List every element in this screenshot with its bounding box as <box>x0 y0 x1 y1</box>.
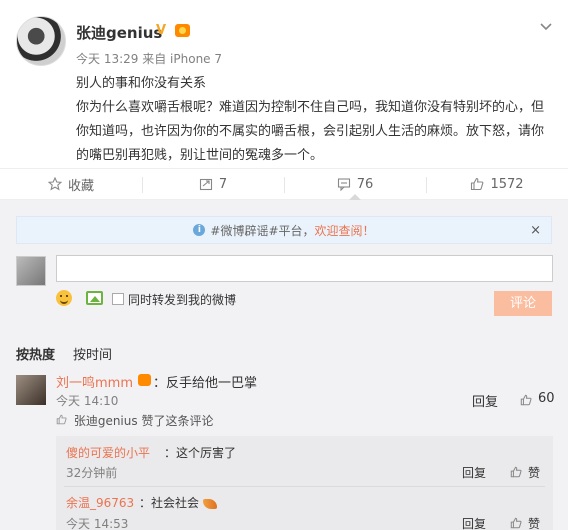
post-meta: 今天 13:29 来自 iPhone 7 <box>76 50 222 67</box>
weibo-post: 张迪genius V 今天 13:29 来自 iPhone 7 别人的事和你没有… <box>0 0 568 165</box>
reply-button[interactable]: 回复 <box>462 464 486 481</box>
medal-icon <box>175 24 190 37</box>
comment-count: 76 <box>356 176 374 192</box>
comment-icon <box>337 178 350 191</box>
repost-count: 7 <box>218 176 228 192</box>
comment-input[interactable] <box>56 255 553 282</box>
reply-text-value: ：社会社会 <box>139 496 200 510</box>
comment-like-count: 60 <box>538 391 555 406</box>
commenter-name[interactable]: 刘一鸣mmm <box>56 372 133 391</box>
verified-icon: V <box>156 23 167 38</box>
thumb-up-icon <box>471 177 484 191</box>
comment-section: i #微博辟谣#平台， 欢迎查阅！ × 同时转发到我的微博 评论 按热度 按时间 … <box>0 200 568 530</box>
author-liked-note: 张迪genius 赞了这条评论 <box>56 412 213 429</box>
reply-button[interactable]: 回复 <box>472 391 498 410</box>
info-icon: i <box>193 224 206 236</box>
notice-text[interactable]: #微博辟谣#平台， <box>210 222 314 239</box>
rumor-notice: i #微博辟谣#平台， 欢迎查阅！ × <box>16 216 552 244</box>
sort-options: 按热度 按时间 <box>16 344 112 363</box>
author-name[interactable]: 张迪genius <box>76 22 162 43</box>
notice-link[interactable]: 欢迎查阅！ <box>315 222 375 239</box>
liked-by-text: 张迪genius 赞了这条评论 <box>73 414 214 428</box>
reply-text: ：社会社会 <box>139 494 217 511</box>
my-avatar <box>16 256 46 286</box>
post-actions: 收藏 7 76 1572 <box>0 168 568 200</box>
star-icon <box>47 177 62 191</box>
repost-icon <box>199 178 212 191</box>
favorite-label: 收藏 <box>67 178 94 194</box>
commenter-avatar[interactable] <box>16 375 46 405</box>
post-time[interactable]: 今天 13:29 <box>76 52 138 66</box>
author-avatar[interactable] <box>16 16 66 66</box>
sort-by-time[interactable]: 按时间 <box>73 348 112 363</box>
reply-time: 今天 14:53 <box>66 517 129 530</box>
repost-checkbox-label[interactable]: 同时转发到我的微博 <box>128 291 236 308</box>
repost-button[interactable]: 7 <box>142 169 284 199</box>
submit-comment-button[interactable]: 评论 <box>494 291 552 316</box>
post-content-line: 别人的事和你没有关系 <box>76 76 207 91</box>
post-content: 别人的事和你没有关系 你为什么喜欢嚼舌根呢？难道因为控制不住自己吗，我知道你没有… <box>76 72 546 168</box>
like-button[interactable]: 1572 <box>426 169 568 199</box>
reply-text: ：这个厉害了 <box>164 446 237 460</box>
reply-time: 32分钟前 <box>66 466 118 480</box>
reply-author[interactable]: 傻的可爱的小平 <box>66 444 150 461</box>
sort-by-hot[interactable]: 按热度 <box>16 348 55 363</box>
close-icon[interactable]: × <box>530 223 541 238</box>
reply-divider <box>64 486 545 487</box>
reply-author[interactable]: 余温_96763 <box>66 494 134 511</box>
reply-like-label[interactable]: 赞 <box>528 464 540 481</box>
thumb-up-icon[interactable] <box>510 466 522 478</box>
thumb-up-icon <box>56 414 71 428</box>
emoji-icon <box>202 498 217 509</box>
thumb-up-icon[interactable] <box>520 394 532 406</box>
emoji-icon[interactable] <box>56 290 72 306</box>
image-icon[interactable] <box>86 291 103 305</box>
thumb-up-icon[interactable] <box>510 517 522 529</box>
comment-text: ：反手给他一巴掌 <box>153 376 258 391</box>
post-content-line: 你为什么喜欢嚼舌根呢？难道因为控制不住自己吗，我知道你没有特别坏的心，但你知道吗… <box>76 100 545 163</box>
reply-button[interactable]: 回复 <box>462 515 486 530</box>
chevron-down-icon[interactable] <box>540 20 552 32</box>
medal-icon <box>138 374 151 386</box>
post-source: 来自 iPhone 7 <box>142 52 223 66</box>
repost-checkbox[interactable] <box>112 293 124 305</box>
comment-time: 今天 14:10 <box>56 394 119 408</box>
comment-button[interactable]: 76 <box>284 169 426 200</box>
reply-like-label[interactable]: 赞 <box>528 515 540 530</box>
favorite-button[interactable]: 收藏 <box>0 169 142 199</box>
like-count: 1572 <box>490 176 524 192</box>
reply-list: 傻的可爱的小平 ：这个厉害了 32分钟前 回复 赞 余温_96763 ：社会社会… <box>56 436 553 530</box>
